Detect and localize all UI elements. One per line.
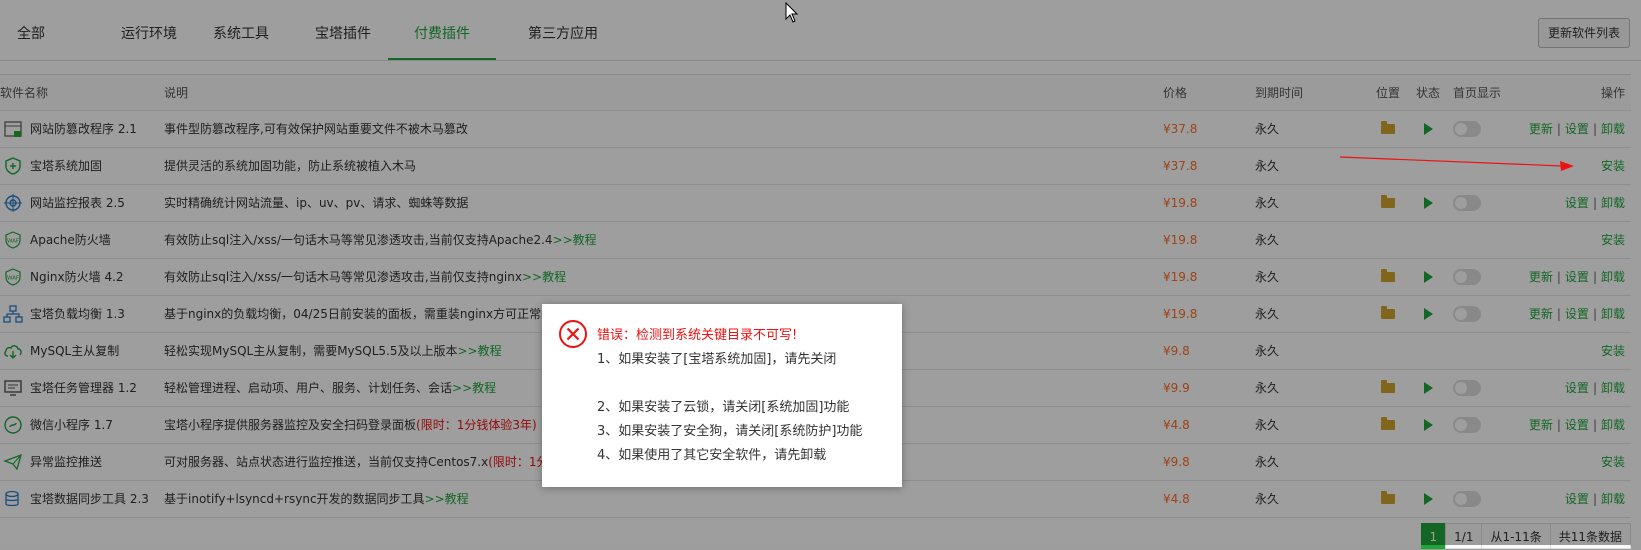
- error-line-4: 3、如果安装了安全狗，请关闭[系统防护]功能: [597, 424, 863, 439]
- error-x-icon: [559, 320, 587, 348]
- error-line-5: 4、如果使用了其它安全软件，请先卸载: [597, 448, 827, 463]
- error-message: 错误：检测到系统关键目录不可写! 1、如果安装了[宝塔系统加固]，请先关闭 2、…: [597, 324, 862, 468]
- error-title: 错误：检测到系统关键目录不可写!: [597, 328, 798, 343]
- error-dialog: 错误：检测到系统关键目录不可写! 1、如果安装了[宝塔系统加固]，请先关闭 2、…: [542, 304, 902, 487]
- error-line-3: 2、如果安装了云锁，请关闭[系统加固]功能: [597, 400, 850, 415]
- error-line-2: [597, 372, 862, 396]
- mouse-cursor-icon: [785, 2, 799, 23]
- error-line-1: 1、如果安装了[宝塔系统加固]，请先关闭: [597, 352, 837, 367]
